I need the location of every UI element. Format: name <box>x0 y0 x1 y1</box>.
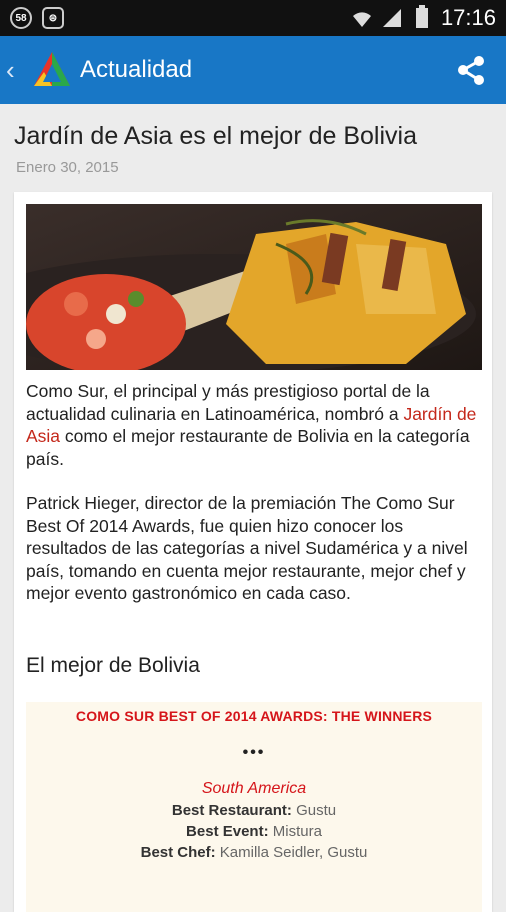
award-row: Best Restaurant: Gustu <box>26 802 482 819</box>
article-date: Enero 30, 2015 <box>16 159 119 176</box>
back-icon[interactable]: ‹ <box>0 55 26 86</box>
article-content[interactable]: Jardín de Asia es el mejor de Bolivia En… <box>0 104 506 912</box>
app-logo[interactable] <box>30 48 74 92</box>
paragraph-intro-text-end: como el mejor restaurante de Bolivia en … <box>26 426 470 469</box>
app-notification-icon: ⊜ <box>42 7 64 29</box>
award-value: Gustu <box>296 802 337 819</box>
award-label: Best Chef: <box>140 844 216 861</box>
award-label: Best Event: <box>186 823 269 840</box>
awards-box: COMO SUR BEST OF 2014 AWARDS: THE WINNER… <box>26 702 482 912</box>
award-value: Kamilla Seidler, Gustu <box>219 844 368 861</box>
app-bar: ‹ Actualidad <box>0 36 506 104</box>
paragraph-intro-text: Como Sur, el principal y más prestigioso… <box>26 381 430 424</box>
paragraph-details: Patrick Hieger, director de la premiació… <box>26 493 468 603</box>
award-label: Best Restaurant: <box>171 802 292 819</box>
battery-icon <box>411 5 433 29</box>
awards-separator: ••• <box>242 744 266 761</box>
status-bar: 58 ⊜ 17:16 <box>0 0 506 36</box>
article-title: Jardín de Asia es el mejor de Bolivia <box>14 122 417 150</box>
wifi-icon <box>351 7 373 29</box>
awards-region: South America <box>201 780 307 797</box>
section-heading: El mejor de Bolivia <box>26 654 200 677</box>
article-card: Como Sur, el principal y más prestigioso… <box>14 192 492 912</box>
hero-image <box>26 204 482 370</box>
award-row: Best Event: Mistura <box>26 823 482 840</box>
paragraph-intro: Como Sur, el principal y más prestigioso… <box>26 380 486 470</box>
app-title: Actualidad <box>80 56 193 83</box>
award-value: Mistura <box>272 823 322 840</box>
awards-heading: COMO SUR BEST OF 2014 AWARDS: THE WINNER… <box>75 708 433 724</box>
share-icon[interactable] <box>454 53 488 87</box>
award-row: Best Chef: Kamilla Seidler, Gustu <box>26 844 482 861</box>
notification-count-icon: 58 <box>10 7 32 29</box>
signal-icon <box>381 7 403 29</box>
clock: 17:16 <box>440 5 496 30</box>
